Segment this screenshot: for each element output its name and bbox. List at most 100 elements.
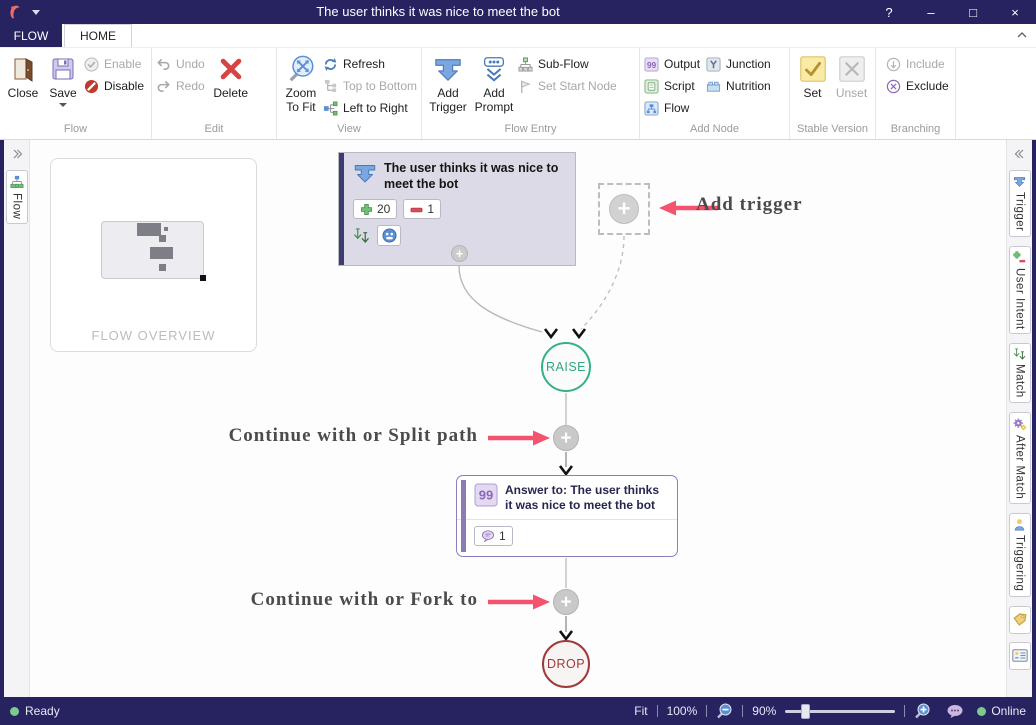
disable-icon — [84, 79, 99, 94]
online-status-label: Online — [991, 704, 1026, 718]
collapse-right-panel-icon[interactable] — [1014, 148, 1026, 160]
match-icon — [1013, 348, 1026, 360]
add-flow-button[interactable]: Flow — [644, 99, 700, 117]
script-icon — [644, 79, 659, 94]
zoom-slider-value: 90% — [752, 704, 776, 718]
language-object-icon — [382, 228, 397, 243]
zoom-level-label[interactable]: 100% — [667, 704, 698, 718]
positive-examples-badge[interactable]: 20 — [353, 199, 397, 219]
tab-home[interactable]: HOME — [64, 24, 132, 47]
match-requirement-icon — [353, 228, 370, 243]
negative-examples-badge[interactable]: 1 — [403, 199, 441, 219]
ribbon-group-view: Zoom To Fit Refresh Top to Bottom Left t… — [277, 48, 422, 139]
door-icon — [10, 51, 36, 87]
group-label-view: View — [277, 122, 421, 139]
sub-flow-button[interactable]: Sub-Flow — [518, 55, 617, 73]
delete-button[interactable]: Delete — [207, 51, 255, 122]
flow-tree-icon — [10, 175, 24, 189]
right-sidebar: Trigger User Intent Match After Match Tr… — [1006, 140, 1032, 697]
add-trigger-plus-button[interactable]: + — [609, 194, 639, 224]
sub-flow-icon — [518, 57, 533, 72]
ribbon-group-flow: Close Save Enable Disable — [0, 48, 152, 139]
fork-plus-button[interactable]: + — [553, 589, 579, 615]
group-label-add-node: Add Node — [640, 122, 789, 139]
prompt-icon — [479, 51, 509, 87]
svg-text:99: 99 — [647, 59, 657, 69]
close-window-button[interactable]: × — [994, 0, 1036, 24]
ribbon-group-edit: Undo Redo Delete Edit — [152, 48, 277, 139]
add-trigger-placeholder[interactable]: + — [598, 183, 650, 235]
tab-triggering[interactable]: Triggering — [1009, 513, 1031, 596]
split-path-plus-button[interactable]: + — [553, 425, 579, 451]
refresh-icon — [323, 57, 338, 72]
status-bar: Ready Fit 100% 90% Online — [0, 697, 1036, 725]
drop-node[interactable]: DROP — [542, 640, 590, 688]
ribbon-group-add-node: 99 Output Script Flow Junctio — [640, 48, 790, 139]
floppy-icon — [50, 51, 76, 87]
group-label-stable-version: Stable Version — [790, 122, 875, 139]
metadata-button[interactable] — [1009, 642, 1031, 670]
split-arrow — [488, 431, 550, 446]
tab-match[interactable]: Match — [1009, 343, 1031, 403]
flow-overview-panel[interactable]: FLOW OVERVIEW — [50, 158, 257, 352]
tab-user-intent[interactable]: User Intent — [1009, 246, 1031, 335]
add-nutrition-button[interactable]: Nutrition — [706, 77, 771, 95]
plus-icon — [360, 203, 373, 216]
answer-count-badge[interactable]: 1 — [474, 526, 513, 546]
add-junction-button[interactable]: Junction — [706, 55, 771, 73]
save-dropdown-caret-icon[interactable] — [59, 103, 67, 107]
ribbon: Close Save Enable Disable — [0, 48, 1036, 140]
add-script-button[interactable]: Script — [644, 77, 700, 95]
person-icon — [1013, 518, 1026, 531]
flow-panel-tab[interactable]: Flow — [6, 170, 28, 224]
flow-overview-minimap[interactable] — [101, 221, 204, 279]
zoom-fit-button[interactable]: Fit — [634, 704, 647, 718]
language-object-badge[interactable] — [377, 225, 401, 246]
comments-icon[interactable] — [946, 704, 964, 719]
help-button[interactable]: ? — [868, 0, 910, 24]
zoom-slider[interactable] — [785, 710, 895, 713]
trigger-node[interactable]: The user thinks it was nice to meet the … — [338, 152, 576, 266]
speech-bubble-icon — [481, 530, 495, 542]
disable-button[interactable]: Disable — [84, 77, 144, 95]
maximize-button[interactable]: □ — [952, 0, 994, 24]
add-trigger-button[interactable]: Add Trigger — [426, 51, 470, 122]
flow-canvas[interactable]: FLOW OVERVIEW The user thinks it was nic… — [30, 140, 1006, 697]
left-to-right-button[interactable]: Left to Right — [323, 99, 417, 117]
add-prompt-button[interactable]: Add Prompt — [472, 51, 516, 122]
tab-flow[interactable]: FLOW — [0, 24, 62, 47]
refresh-button[interactable]: Refresh — [323, 55, 417, 73]
tab-after-match[interactable]: After Match — [1009, 412, 1031, 504]
zoom-slider-handle[interactable] — [801, 704, 810, 719]
tab-trigger[interactable]: Trigger — [1009, 170, 1031, 237]
flag-icon — [518, 79, 533, 94]
contact-card-icon — [1012, 649, 1028, 662]
undo-icon — [156, 57, 171, 72]
zoom-in-icon[interactable] — [914, 703, 931, 719]
expand-left-panel-icon[interactable] — [11, 148, 23, 160]
minimize-button[interactable]: – — [910, 0, 952, 24]
add-below-trigger-button[interactable]: + — [451, 245, 468, 262]
minimap-resize-handle[interactable] — [200, 275, 206, 281]
group-label-flow-entry: Flow Entry — [422, 122, 639, 139]
zoom-to-fit-icon — [286, 51, 316, 87]
junction-icon — [706, 57, 721, 72]
answer-node[interactable]: 99 Answer to: The user thinks it was nic… — [456, 475, 678, 557]
trigger-node-title: The user thinks it was nice to meet the … — [384, 161, 567, 192]
exclude-button[interactable]: Exclude — [886, 77, 949, 95]
raise-node[interactable]: RAISE — [541, 342, 591, 392]
undo-button: Undo — [156, 55, 205, 73]
tags-button[interactable] — [1009, 606, 1031, 634]
title-bar: The user thinks it was nice to meet the … — [0, 0, 1036, 24]
add-output-button[interactable]: 99 Output — [644, 55, 700, 73]
save-button[interactable]: Save — [44, 51, 82, 122]
close-flow-button[interactable]: Close — [4, 51, 42, 122]
quick-access-caret-icon[interactable] — [32, 10, 40, 15]
zoom-out-icon[interactable] — [716, 703, 733, 719]
group-label-flow: Flow — [0, 122, 151, 139]
ribbon-collapse-icon[interactable] — [1016, 29, 1028, 41]
ribbon-group-stable-version: Set Unset Stable Version — [790, 48, 876, 139]
set-stable-button[interactable]: Set — [795, 51, 831, 122]
include-button: Include — [886, 55, 949, 73]
zoom-to-fit-button[interactable]: Zoom To Fit — [281, 51, 321, 122]
